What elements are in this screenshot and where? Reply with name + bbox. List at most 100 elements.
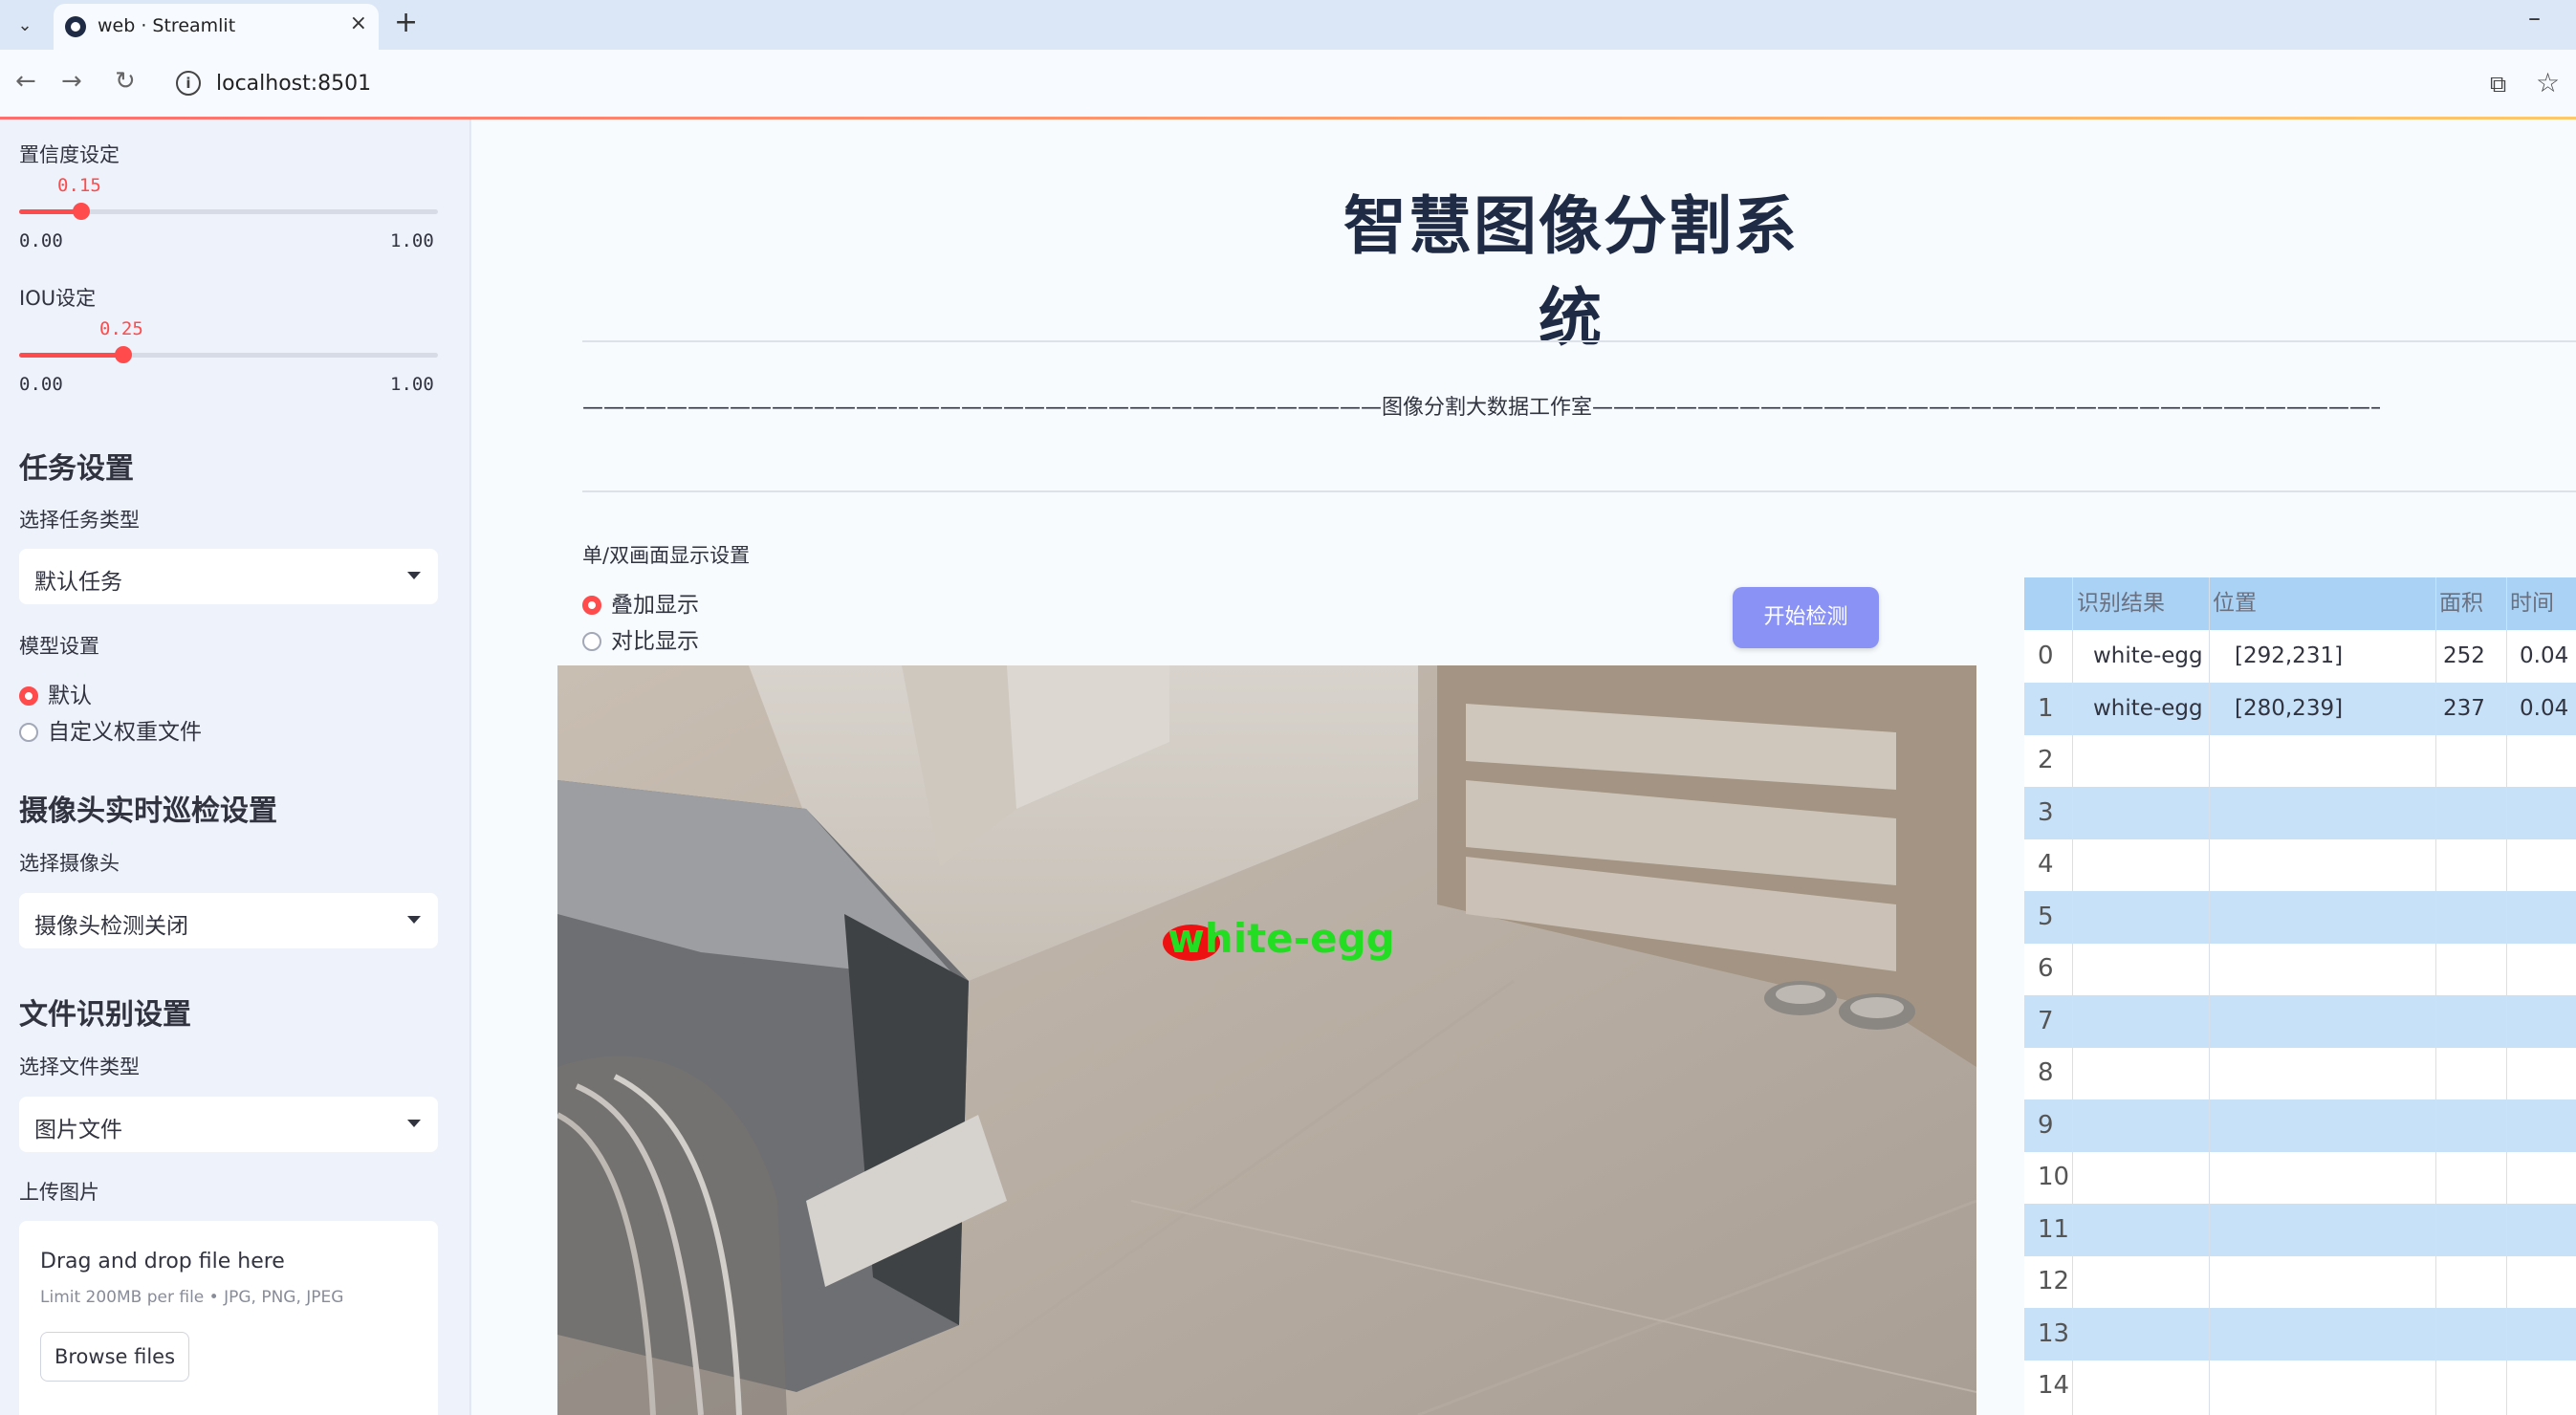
table-row-index: 7 <box>2038 1006 2054 1035</box>
table-row-index: 14 <box>2038 1371 2070 1400</box>
confidence-min: 0.00 <box>19 230 63 251</box>
table-cell-result: white-egg <box>2093 643 2203 668</box>
table-header-cell[interactable]: 面积 <box>2439 577 2483 630</box>
table-header-cell[interactable]: 位置 <box>2213 577 2257 630</box>
url-field[interactable]: i localhost:8501 <box>168 61 2501 107</box>
task-type-select[interactable]: 默认任务 <box>19 549 438 604</box>
model-radio-default[interactable]: 默认 <box>19 677 92 709</box>
table-row[interactable]: 11 <box>2024 1203 2576 1256</box>
table-row-index: 12 <box>2038 1267 2070 1295</box>
table-row[interactable]: 6 <box>2024 943 2576 995</box>
task-type-value: 默认任务 <box>34 570 122 595</box>
camera-settings-header: 摄像头实时巡检设置 <box>19 795 277 828</box>
browser-tab-bar: ⌄ web · Streamlit × + – <box>0 0 2576 50</box>
minimize-window-button[interactable]: – <box>2528 4 2541 33</box>
iou-slider-thumb[interactable] <box>115 346 132 363</box>
star-icon[interactable]: ☆ <box>2536 67 2560 98</box>
table-row[interactable]: 14 <box>2024 1360 2576 1412</box>
task-type-label: 选择任务类型 <box>19 509 140 532</box>
camera-select[interactable]: 摄像头检测关闭 <box>19 893 438 948</box>
task-settings-header: 任务设置 <box>19 452 134 486</box>
new-tab-plus-icon[interactable]: + <box>394 6 418 39</box>
reload-icon[interactable]: ↻ <box>115 67 136 96</box>
results-table[interactable]: 识别结果 位置 面积 时间 0 white-egg [292,231] 252 0.04 1 whi… <box>2024 577 2576 1415</box>
url-text[interactable]: localhost:8501 <box>216 72 371 96</box>
divider-bottom <box>582 490 2576 492</box>
table-header-cell[interactable]: 时间 <box>2510 577 2554 630</box>
table-row-index: 13 <box>2038 1318 2070 1348</box>
dropzone-title: Drag and drop file here <box>40 1250 285 1274</box>
forward-icon[interactable]: → <box>61 67 82 96</box>
table-divider <box>2506 577 2507 1415</box>
confidence-slider[interactable] <box>19 203 438 220</box>
table-row[interactable]: 13 <box>2024 1307 2576 1361</box>
display-radio-overlay[interactable]: 叠加显示 <box>582 586 699 619</box>
table-cell-time: 0.04 <box>2520 695 2569 721</box>
table-row[interactable]: 0 white-egg [292,231] 252 0.04 <box>2024 630 2576 683</box>
model-radio-custom[interactable]: 自定义权重文件 <box>19 713 202 746</box>
subtitle: ——————————————————————————————————————图像… <box>582 396 2380 420</box>
confidence-label: 置信度设定 <box>19 143 120 166</box>
model-settings-label: 模型设置 <box>19 635 99 658</box>
detection-label: white-egg <box>1168 915 1395 962</box>
table-row-index: 3 <box>2038 797 2054 827</box>
confidence-max: 1.00 <box>390 230 434 251</box>
chevron-down-icon <box>407 572 421 579</box>
table-cell-position: [280,239] <box>2235 695 2344 721</box>
display-radio-compare[interactable]: 对比显示 <box>582 622 699 655</box>
table-divider <box>2072 577 2073 1415</box>
model-radio-default-label: 默认 <box>48 684 92 708</box>
radio-unselected-icon <box>19 723 38 742</box>
table-row[interactable]: 3 <box>2024 786 2576 839</box>
display-radio-overlay-label: 叠加显示 <box>611 593 699 618</box>
table-row-index: 0 <box>2038 642 2054 670</box>
browser-tab[interactable]: web · Streamlit × <box>54 4 379 50</box>
table-row[interactable]: 4 <box>2024 838 2576 891</box>
radio-unselected-icon <box>582 632 601 651</box>
table-row[interactable]: 12 <box>2024 1255 2576 1308</box>
table-row[interactable]: 8 <box>2024 1047 2576 1099</box>
translate-icon[interactable]: ⧉ <box>2490 71 2506 98</box>
file-settings-header: 文件识别设置 <box>19 998 191 1032</box>
table-row-index: 9 <box>2038 1110 2054 1140</box>
table-row[interactable]: 5 <box>2024 890 2576 944</box>
info-icon[interactable]: i <box>176 71 201 96</box>
table-cell-position: [292,231] <box>2235 643 2344 668</box>
table-row[interactable]: 7 <box>2024 994 2576 1048</box>
confidence-slider-thumb[interactable] <box>73 203 90 220</box>
table-header-cell[interactable]: 识别结果 <box>2077 577 2165 630</box>
confidence-value: 0.15 <box>57 175 101 196</box>
camera-select-value: 摄像头检测关闭 <box>34 914 188 939</box>
table-cell-area: 252 <box>2443 643 2485 668</box>
file-dropzone[interactable]: Drag and drop file here Limit 200MB per … <box>19 1221 438 1415</box>
upload-label: 上传图片 <box>19 1181 99 1204</box>
divider-top <box>582 340 2576 342</box>
table-row-index: 5 <box>2038 902 2054 931</box>
table-divider <box>2435 577 2436 1415</box>
iou-slider-fill <box>19 353 123 358</box>
address-bar: ← → ↻ i localhost:8501 ⧉ ☆ <box>0 50 2576 119</box>
table-row[interactable]: 9 <box>2024 1099 2576 1152</box>
model-radio-custom-label: 自定义权重文件 <box>48 720 202 745</box>
iou-label: IOU设定 <box>19 287 97 310</box>
table-header-row: 识别结果 位置 面积 时间 <box>2024 577 2576 630</box>
chevron-down-icon <box>407 916 421 924</box>
table-row[interactable]: 2 <box>2024 734 2576 787</box>
main-content: 智慧图像分割系统 ———————————————————————————————… <box>471 120 2576 1415</box>
radio-selected-icon <box>582 596 601 615</box>
table-row-index: 10 <box>2038 1163 2070 1191</box>
browse-files-button[interactable]: Browse files <box>40 1332 189 1382</box>
iou-slider[interactable] <box>19 346 438 363</box>
table-row[interactable]: 1 white-egg [280,239] 237 0.04 <box>2024 682 2576 735</box>
table-cell-time: 0.04 <box>2520 643 2569 668</box>
file-type-select[interactable]: 图片文件 <box>19 1097 438 1152</box>
start-detection-button[interactable]: 开始检测 <box>1733 587 1879 648</box>
iou-max: 1.00 <box>390 374 434 395</box>
table-divider <box>2209 577 2210 1415</box>
back-icon[interactable]: ← <box>15 67 36 96</box>
tab-search-chevron-down-icon[interactable]: ⌄ <box>8 8 42 42</box>
table-row[interactable]: 10 <box>2024 1151 2576 1204</box>
file-type-label: 选择文件类型 <box>19 1056 140 1078</box>
detection-result-image: white-egg <box>557 665 1976 1415</box>
close-icon[interactable]: × <box>350 11 367 35</box>
